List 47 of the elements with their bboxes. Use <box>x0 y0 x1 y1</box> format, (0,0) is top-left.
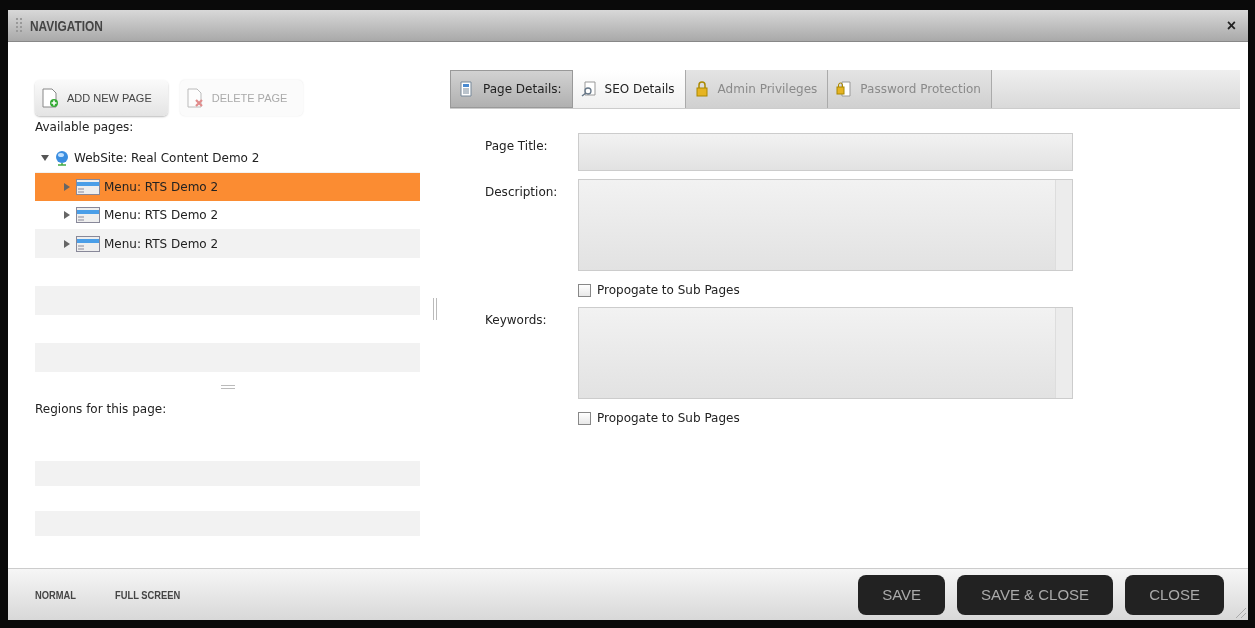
padlock-icon <box>693 81 710 97</box>
expanded-arrow-icon[interactable] <box>41 154 51 163</box>
tree-label: WebSite: Real Content Demo 2 <box>74 151 260 166</box>
page-plus-icon <box>41 88 59 108</box>
text-area[interactable] <box>578 307 1073 399</box>
document-icon <box>459 81 475 97</box>
grip-icon[interactable] <box>16 17 22 34</box>
checkbox-label: Propogate to Sub Pages <box>597 411 740 425</box>
checkbox-option[interactable]: Propogate to Sub Pages <box>578 283 1240 297</box>
tree-item[interactable]: Menu: RTS Demo 2 <box>35 229 420 258</box>
resize-grip-icon[interactable] <box>1234 606 1246 618</box>
footer-button[interactable]: SAVE & CLOSE <box>957 574 1114 615</box>
tree-label: Menu: RTS Demo 2 <box>104 208 219 223</box>
add-page-button[interactable]: ADD NEW PAGE <box>35 80 168 116</box>
footer-button[interactable]: CLOSE <box>1125 574 1224 615</box>
text-field[interactable] <box>578 133 1073 171</box>
section-label: Available pages: <box>35 120 135 134</box>
magnifier-page-icon <box>580 81 597 97</box>
menu-icon <box>76 235 100 252</box>
globe-icon <box>54 150 70 167</box>
close-button[interactable]: × <box>1224 17 1238 34</box>
menu-icon <box>76 178 100 195</box>
padlock-page-icon <box>836 81 853 97</box>
splitter-handle[interactable] <box>220 385 235 389</box>
field-label: Keywords: <box>485 312 548 327</box>
tab[interactable]: Page Details: <box>450 70 573 108</box>
tree-item[interactable]: Menu: RTS Demo 2 <box>35 201 420 230</box>
section-label: Regions for this page: <box>35 402 168 416</box>
checkbox-option[interactable]: Propogate to Sub Pages <box>578 411 1240 425</box>
text-area[interactable] <box>578 179 1073 271</box>
tab[interactable]: SEO Details <box>572 70 686 108</box>
field-label: Page Title: <box>485 138 549 153</box>
tree-label: Menu: RTS Demo 2 <box>104 179 219 194</box>
tree-label: Menu: RTS Demo 2 <box>104 236 219 251</box>
field-label: Description: <box>485 184 559 199</box>
splitter-handle[interactable] <box>433 298 437 320</box>
footer-button[interactable]: SAVE <box>858 574 946 615</box>
checkbox-label: Propogate to Sub Pages <box>597 283 740 297</box>
page-cross-icon <box>185 88 204 108</box>
tree-item[interactable]: Menu: RTS Demo 2 <box>35 172 420 201</box>
menu-icon <box>76 207 100 224</box>
checkbox[interactable] <box>578 411 591 425</box>
tree-item[interactable]: WebSite: Real Content Demo 2 <box>35 144 420 173</box>
checkbox[interactable] <box>578 283 591 297</box>
window-title: NAVIGATION <box>30 17 103 34</box>
view-mode-link[interactable]: FULL SCREEN <box>115 588 181 601</box>
view-mode-link[interactable]: NORMAL <box>35 588 77 601</box>
